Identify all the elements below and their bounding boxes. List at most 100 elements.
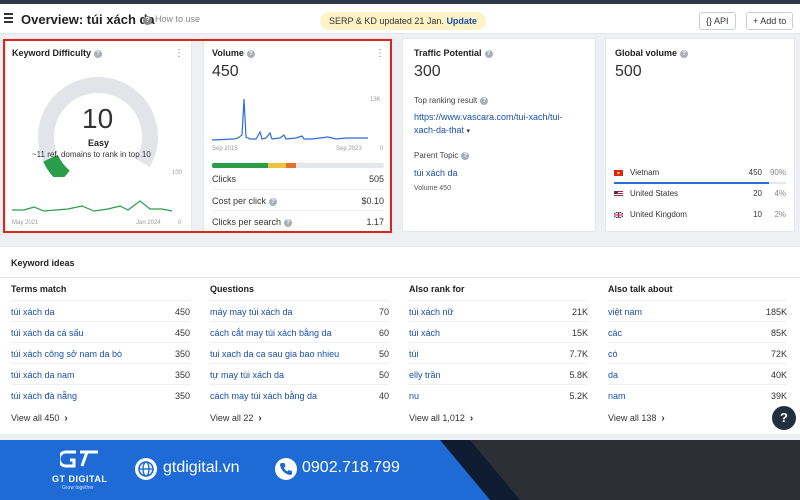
help-icon[interactable]: ?: [269, 198, 278, 206]
idea-volume: 50: [378, 370, 389, 380]
keyword-ideas-panel: Keyword ideas Terms match túi xách da 450 t…: [0, 246, 800, 434]
more-options-icon[interactable]: ⋮: [375, 49, 385, 59]
help-icon[interactable]: ?: [246, 50, 255, 58]
us-flag-icon: [614, 191, 623, 197]
uk-flag-icon: [614, 212, 623, 218]
how-to-use-link[interactable]: ? How to use: [143, 14, 200, 25]
country-volume: 10: [753, 210, 762, 219]
idea-row: cách cắt may túi xách bằng da 60: [210, 321, 389, 342]
idea-keyword-link[interactable]: máy may túi xách da: [210, 307, 293, 317]
ideas-column-title: Also talk about: [608, 284, 673, 294]
idea-row: nu 5.2K: [409, 384, 588, 405]
idea-keyword-link[interactable]: cách cắt may túi xách bằng da: [210, 328, 332, 338]
idea-keyword-link[interactable]: da: [608, 370, 618, 380]
tp-value: 300: [414, 63, 441, 80]
help-icon[interactable]: ?: [480, 97, 489, 105]
metric-value: $0.10: [361, 196, 384, 206]
kd-title-label: Keyword Difficulty: [12, 48, 92, 58]
volume-chart-max: 13K: [370, 97, 381, 103]
help-icon[interactable]: ?: [94, 50, 103, 58]
volume-value: 450: [212, 63, 239, 80]
idea-row: túi xách nữ 21K: [409, 300, 588, 321]
idea-volume: 39K: [770, 391, 787, 401]
idea-row: tui xach da ca sau gia bao nhieu 50: [210, 342, 389, 363]
country-percent: 2%: [774, 210, 786, 219]
idea-row: túi xách da 450: [11, 300, 190, 321]
idea-keyword-link[interactable]: tự may túi xách da: [210, 370, 284, 380]
parent-topic-volume: Volume 450: [414, 185, 451, 192]
kd-chart-max: 100: [172, 170, 183, 176]
idea-volume: 5.2K: [569, 391, 588, 401]
idea-row: túi xách 15K: [409, 321, 588, 342]
idea-keyword-link[interactable]: túi xách: [409, 328, 440, 338]
idea-keyword-link[interactable]: việt nam: [608, 307, 642, 317]
kd-date-end: Jan 2024: [136, 220, 161, 226]
idea-keyword-link[interactable]: túi xách da cá sấu: [11, 328, 84, 338]
help-icon[interactable]: ?: [484, 50, 493, 58]
idea-keyword-link[interactable]: túi xách da: [11, 307, 55, 317]
idea-volume: 70: [378, 307, 389, 317]
update-banner: SERP & KD updated 21 Jan. Update: [320, 12, 486, 30]
idea-volume: 60: [378, 328, 389, 338]
idea-keyword-link[interactable]: có: [608, 349, 618, 359]
top-result-url[interactable]: https://www.vascara.com/tui-xach/tui-xac…: [414, 111, 566, 138]
add-to-button[interactable]: + Add to: [746, 12, 794, 30]
keyword-ideas-title: Keyword ideas: [11, 258, 75, 268]
country-row-uk: United Kingdom 10 2%: [614, 209, 786, 223]
idea-keyword-link[interactable]: túi xách công sở nam da bò: [11, 349, 122, 359]
view-all-link[interactable]: View all 1,012 ›: [409, 413, 473, 424]
idea-keyword-link[interactable]: túi xách nữ: [409, 307, 454, 317]
idea-row: túi 7.7K: [409, 342, 588, 363]
view-all-label: View all 1,012: [409, 413, 465, 423]
help-icon[interactable]: ?: [461, 152, 470, 160]
idea-volume: 350: [174, 370, 190, 380]
idea-volume: 5.8K: [569, 370, 588, 380]
idea-volume: 450: [174, 328, 190, 338]
idea-keyword-link[interactable]: túi xách đà nẵng: [11, 391, 77, 401]
gv-title: Global volume?: [615, 48, 689, 58]
idea-row: túi xách da nam 350: [11, 363, 190, 384]
volume-chart-min: 0: [380, 146, 384, 152]
chevron-right-icon: ›: [469, 413, 474, 424]
country-name: United Kingdom: [630, 210, 687, 219]
idea-keyword-link[interactable]: các: [608, 328, 622, 338]
idea-keyword-link[interactable]: cách may túi xách bằng da: [210, 391, 317, 401]
country-percent: 90%: [769, 168, 786, 177]
update-link[interactable]: Update: [446, 16, 477, 26]
idea-row: elly trần 5.8K: [409, 363, 588, 384]
metric-label: Cost per click?: [212, 196, 278, 206]
view-all-link[interactable]: View all 138 ›: [608, 413, 665, 424]
help-chat-button[interactable]: ?: [772, 406, 796, 430]
api-button[interactable]: {} API: [699, 12, 736, 30]
help-icon[interactable]: ?: [284, 219, 293, 227]
view-all-label: View all 450: [11, 413, 60, 423]
idea-volume: 40: [378, 391, 389, 401]
kd-title: Keyword Difficulty?: [12, 48, 103, 58]
help-icon[interactable]: ?: [680, 50, 689, 58]
footer-slant-band: [470, 440, 800, 500]
idea-row: túi xách công sở nam da bò 350: [11, 342, 190, 363]
phone-text: 0902.718.799: [302, 459, 400, 476]
metric-clicks-per-search: Clicks per search? 1.17: [212, 210, 384, 230]
idea-row: nam 39K: [608, 384, 787, 405]
menu-icon[interactable]: [4, 13, 13, 23]
idea-keyword-link[interactable]: tui xach da ca sau gia bao nhieu: [210, 349, 339, 359]
country-name: Vietnam: [630, 168, 660, 177]
more-options-icon[interactable]: ⋮: [174, 49, 184, 59]
idea-keyword-link[interactable]: nam: [608, 391, 626, 401]
gv-value: 500: [615, 63, 642, 80]
help-icon: ?: [143, 16, 152, 25]
gt-logo-icon: [60, 450, 98, 468]
idea-keyword-link[interactable]: túi: [409, 349, 419, 359]
view-all-link[interactable]: View all 22 ›: [210, 413, 262, 424]
idea-row: có 72K: [608, 342, 787, 363]
chevron-right-icon: ›: [258, 413, 262, 424]
ideas-column-title: Questions: [210, 284, 255, 294]
idea-keyword-link[interactable]: nu: [409, 391, 419, 401]
kd-note: ~11 ref. domains to rank in top 10: [32, 150, 151, 159]
idea-keyword-link[interactable]: elly trần: [409, 370, 441, 380]
idea-keyword-link[interactable]: túi xách da nam: [11, 370, 75, 380]
parent-topic-link[interactable]: túi xách da: [414, 168, 458, 178]
global-volume-card: Global volume? 500: [605, 38, 795, 232]
view-all-link[interactable]: View all 450 ›: [11, 413, 68, 424]
